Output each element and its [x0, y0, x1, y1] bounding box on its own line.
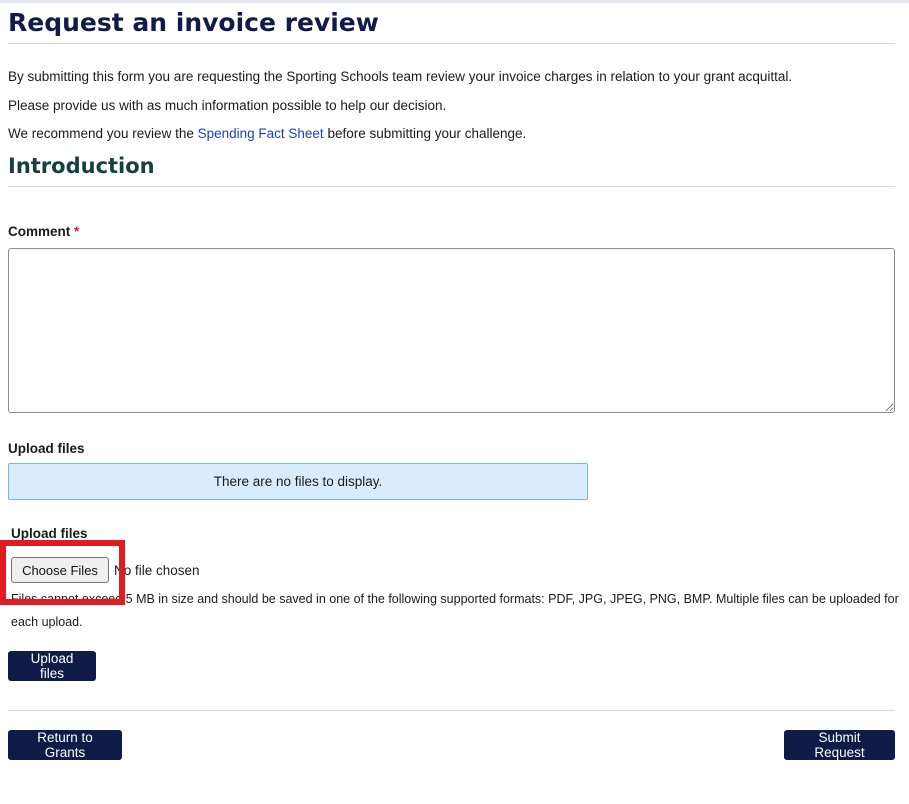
page-title: Request an invoice review — [8, 8, 379, 37]
title-divider — [8, 43, 895, 44]
intro-line-3: We recommend you review the Spending Fac… — [8, 126, 526, 141]
section-divider — [8, 186, 895, 187]
no-file-chosen-text: No file chosen — [114, 563, 200, 578]
intro-line-3-prefix: We recommend you review the — [8, 126, 198, 141]
upload-files-button[interactable]: Upload files — [8, 651, 96, 681]
section-title: Introduction — [8, 154, 155, 178]
required-marker: * — [74, 224, 80, 239]
submit-request-button[interactable]: Submit Request — [784, 730, 895, 760]
intro-line-1: By submitting this form you are requesti… — [8, 69, 793, 84]
choose-files-button[interactable]: Choose Files — [11, 557, 109, 583]
comment-label-text: Comment — [8, 224, 71, 239]
top-border — [0, 0, 909, 3]
spending-fact-sheet-link[interactable]: Spending Fact Sheet — [198, 126, 324, 141]
intro-line-3-suffix: before submitting your challenge. — [323, 126, 527, 141]
return-to-grants-button[interactable]: Return to Grants — [8, 730, 122, 760]
footer-divider — [8, 710, 895, 711]
file-help-text: Files cannot exceed 5 MB in size and sho… — [11, 592, 899, 629]
comment-label: Comment * — [8, 224, 79, 239]
upload-list-label: Upload files — [8, 441, 85, 456]
no-files-message: There are no files to display. — [8, 463, 588, 500]
intro-line-2: Please provide us with as much informati… — [8, 98, 447, 113]
upload-input-label: Upload files — [11, 526, 88, 541]
comment-textarea[interactable] — [8, 248, 895, 413]
